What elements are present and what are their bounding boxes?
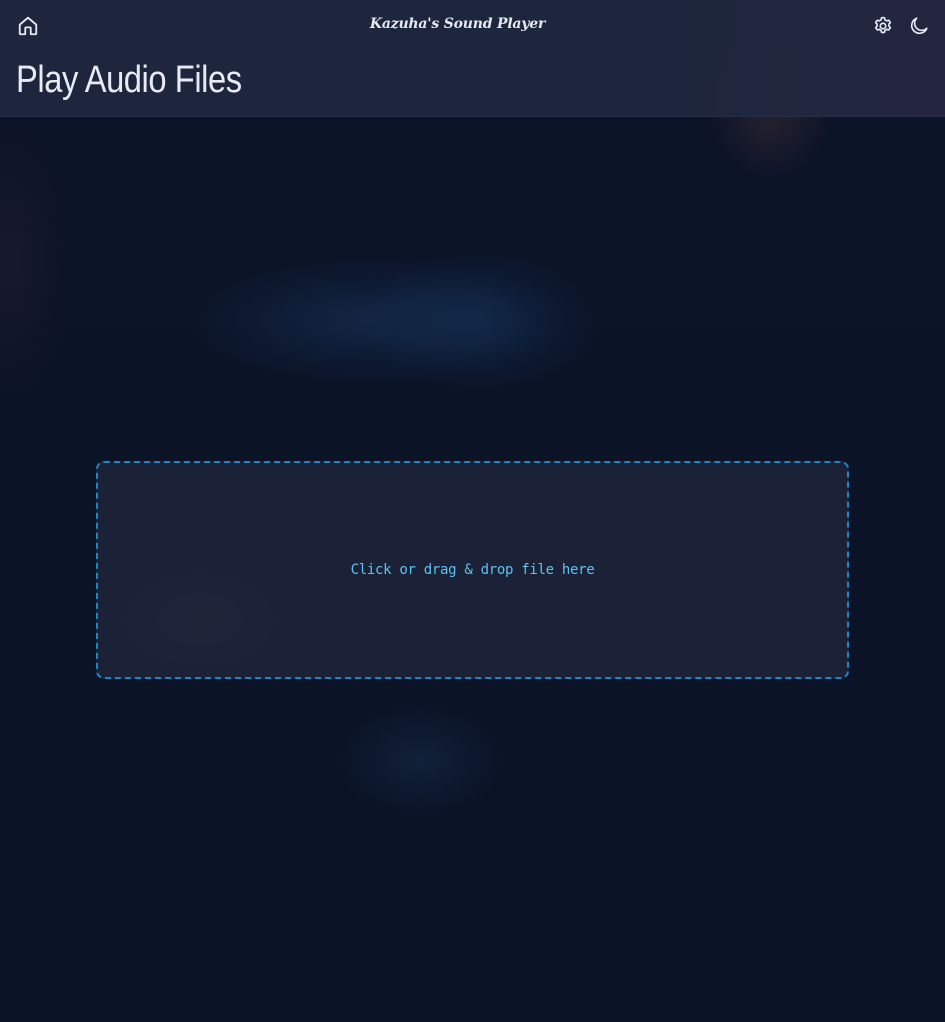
- header-bar: Kazuha's Sound Player Play Audio Files: [0, 0, 945, 117]
- settings-button[interactable]: [870, 15, 896, 41]
- page-title: Play Audio Files: [16, 59, 242, 101]
- app-title: Kazuha's Sound Player: [369, 16, 546, 32]
- file-dropzone[interactable]: Click or drag & drop file here: [96, 461, 849, 679]
- app-window: Kazuha's Sound Player Play Audio Files C…: [0, 0, 945, 1022]
- dropzone-label: Click or drag & drop file here: [350, 562, 595, 578]
- gear-icon: [872, 15, 894, 41]
- moon-icon: [908, 15, 930, 41]
- theme-toggle-button[interactable]: [906, 15, 932, 41]
